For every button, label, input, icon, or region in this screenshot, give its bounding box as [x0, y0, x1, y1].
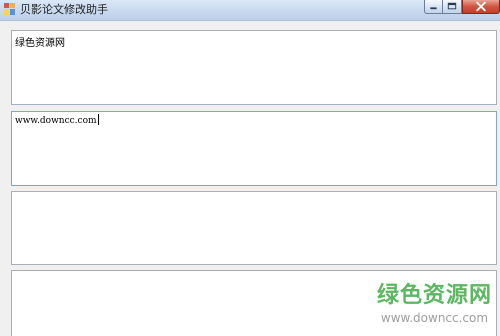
- watermark-url: www.downcc.com: [380, 311, 489, 325]
- watermark: 绿色资源网 www.downcc.com: [376, 283, 492, 326]
- source-textbox[interactable]: 绿色资源网: [11, 30, 497, 105]
- maximize-button[interactable]: [443, 0, 462, 14]
- app-window: 贝影论文修改助手 绿色资源网 www.downcc.com 绿色资源网 www.…: [0, 0, 500, 336]
- minimize-icon: [430, 7, 437, 10]
- maximize-icon: [447, 2, 457, 10]
- title-bar[interactable]: 贝影论文修改助手: [0, 0, 500, 21]
- minimize-button[interactable]: [424, 0, 443, 14]
- app-icon: [4, 3, 15, 15]
- watermark-title: 绿色资源网: [376, 283, 492, 308]
- output-textbox[interactable]: [11, 191, 497, 265]
- url-text: www.downcc.com: [15, 116, 97, 126]
- close-button[interactable]: [462, 0, 500, 14]
- url-textbox[interactable]: www.downcc.com: [11, 111, 497, 186]
- window-title: 贝影论文修改助手: [20, 3, 108, 16]
- source-text: 绿色资源网: [15, 38, 65, 49]
- close-icon: [475, 1, 487, 12]
- text-caret: [97, 114, 99, 125]
